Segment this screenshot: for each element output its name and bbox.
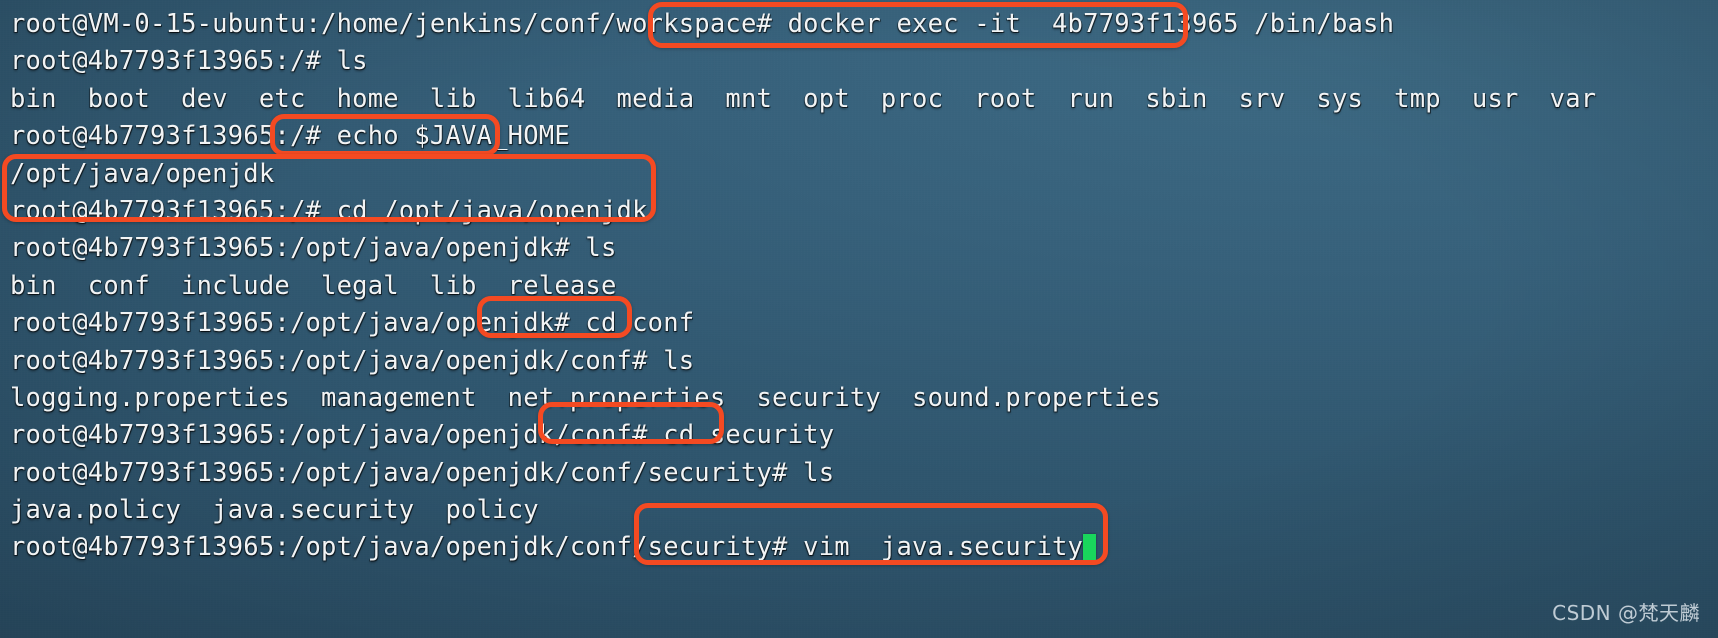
terminal-line-10: root@4b7793f13965:/opt/java/openjdk/conf…	[10, 345, 695, 376]
terminal-line-15: root@4b7793f13965:/opt/java/openjdk/conf…	[10, 529, 1718, 566]
terminal-line-5: /opt/java/openjdk	[10, 158, 275, 189]
terminal-line-12: root@4b7793f13965:/opt/java/openjdk/conf…	[10, 420, 835, 451]
csdn-watermark: CSDN @梵天麟	[1552, 600, 1700, 625]
terminal-line-13: root@4b7793f13965:/opt/java/openjdk/conf…	[10, 457, 835, 488]
terminal-line-7: root@4b7793f13965:/opt/java/openjdk# ls	[10, 233, 617, 264]
terminal-output: root@VM-0-15-ubuntu:/home/jenkins/conf/w…	[0, 0, 1718, 567]
terminal-line-15-text: root@4b7793f13965:/opt/java/openjdk/conf…	[10, 532, 1084, 563]
terminal-line-2: root@4b7793f13965:/# ls	[10, 46, 368, 77]
terminal-line-3: bin boot dev etc home lib lib64 media mn…	[10, 83, 1597, 114]
terminal-line-1: root@VM-0-15-ubuntu:/home/jenkins/conf/w…	[10, 9, 1395, 39]
terminal-line-9: root@4b7793f13965:/opt/java/openjdk# cd …	[10, 308, 695, 339]
terminal-line-4: root@4b7793f13965:/# echo $JAVA_HOME	[10, 121, 570, 152]
terminal-window[interactable]: root@VM-0-15-ubuntu:/home/jenkins/conf/w…	[0, 0, 1718, 638]
terminal-line-8: bin conf include legal lib release	[10, 270, 617, 301]
terminal-line-11: logging.properties management net.proper…	[10, 382, 1161, 413]
terminal-line-6: root@4b7793f13965:/# cd /opt/java/openjd…	[10, 195, 648, 226]
text-cursor	[1083, 534, 1097, 561]
terminal-line-14: java.policy java.security policy	[10, 495, 539, 526]
